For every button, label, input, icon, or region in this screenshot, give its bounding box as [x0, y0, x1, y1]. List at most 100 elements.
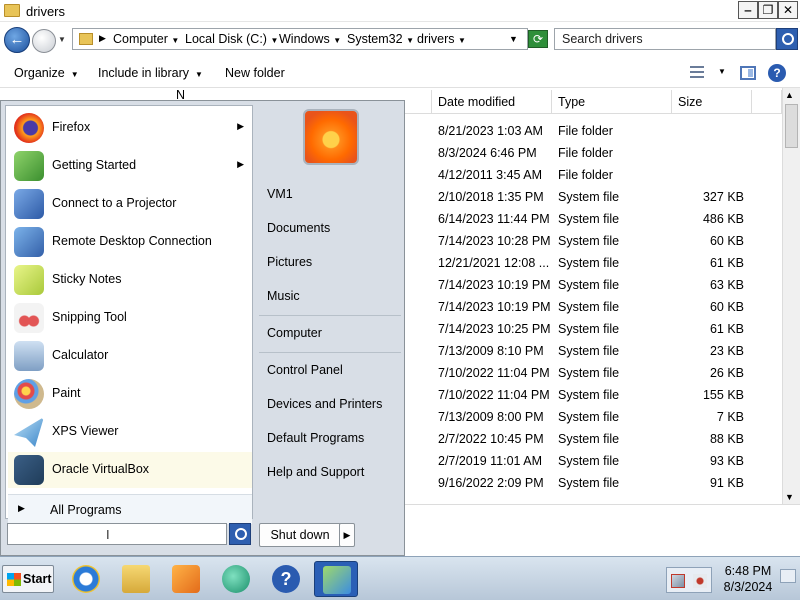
link-default-programs[interactable]: Default Programs — [267, 431, 364, 445]
program-remote-desktop[interactable]: Remote Desktop Connection — [8, 224, 252, 260]
program-paint[interactable]: Paint — [8, 376, 252, 412]
minimize-button[interactable]: ‒ — [738, 1, 758, 19]
link-computer[interactable]: Computer — [267, 326, 322, 340]
help-icon[interactable]: ? — [768, 64, 786, 82]
link-control-panel[interactable]: Control Panel — [267, 363, 343, 377]
table-row[interactable]: 9/16/2022 2:09 PM System file 91 KB — [430, 472, 782, 494]
back-button[interactable]: ← — [4, 27, 30, 53]
link-documents[interactable]: Documents — [267, 221, 330, 235]
program-snipping-tool[interactable]: Snipping Tool — [8, 300, 252, 336]
column-date-modified[interactable]: Date modified — [432, 90, 552, 114]
taskbar-help[interactable]: ? — [264, 561, 308, 597]
details-pane — [404, 504, 800, 556]
show-desktop-button[interactable] — [780, 569, 796, 583]
view-options-icon[interactable] — [690, 66, 704, 78]
column-extra[interactable] — [752, 90, 782, 114]
taskbar-internet-explorer[interactable] — [64, 561, 108, 597]
program-xps-viewer[interactable]: XPS Viewer — [8, 414, 252, 450]
preview-pane-icon[interactable] — [740, 66, 756, 80]
folder-icon — [79, 33, 93, 45]
taskbar-media-player[interactable] — [164, 561, 208, 597]
recent-pages-dropdown[interactable]: ▼ — [58, 35, 66, 44]
search-input[interactable]: Search drivers — [554, 28, 776, 50]
file-list-scrollbar[interactable]: ▲ ▼ — [782, 88, 800, 504]
folder-icon — [4, 4, 20, 17]
crumb-drivers[interactable]: drivers ▼ — [417, 32, 466, 46]
shutdown-button[interactable]: Shut down — [259, 523, 341, 547]
scroll-thumb[interactable] — [785, 104, 798, 148]
table-row[interactable]: 7/10/2022 11:04 PM System file 155 KB — [430, 384, 782, 406]
windows-logo-icon — [7, 573, 21, 586]
program-calculator[interactable]: Calculator — [8, 338, 252, 374]
close-button[interactable]: ✕ — [778, 1, 798, 19]
command-bar: Organize ▼ Include in library ▼ New folder… — [0, 58, 800, 88]
start-button[interactable]: Start — [2, 565, 54, 593]
system-clock[interactable]: 6:48 PM 8/3/2024 — [716, 563, 780, 595]
new-folder-button[interactable]: New folder — [225, 66, 285, 80]
table-row[interactable]: 7/14/2023 10:28 PM System file 60 KB — [430, 230, 782, 252]
menu-divider — [259, 315, 401, 316]
help-icon: ? — [272, 565, 300, 593]
taskbar-active-app[interactable] — [314, 561, 358, 597]
table-row[interactable]: 2/7/2019 11:01 AM System file 93 KB — [430, 450, 782, 472]
column-type[interactable]: Type — [552, 90, 672, 114]
link-devices-printers[interactable]: Devices and Printers — [267, 397, 382, 411]
table-row[interactable]: 7/13/2009 8:00 PM System file 7 KB — [430, 406, 782, 428]
active-app-icon — [323, 566, 351, 594]
notification-area[interactable] — [666, 567, 712, 593]
link-user-folder[interactable]: VM1 — [267, 187, 293, 201]
internet-explorer-icon — [72, 565, 100, 593]
crumb-local-disk[interactable]: Local Disk (C:) ▼ — [185, 32, 278, 46]
taskbar-app-globe[interactable] — [214, 561, 258, 597]
start-search-input[interactable]: I — [7, 523, 227, 545]
include-in-library-button[interactable]: Include in library ▼ — [98, 66, 203, 80]
volume-muted-icon[interactable] — [693, 574, 707, 588]
taskbar: Start ? 6:48 PM 8/3/2024 — [0, 556, 800, 600]
scroll-down-icon[interactable]: ▼ — [785, 492, 794, 502]
table-row[interactable]: 7/14/2023 10:19 PM System file 63 KB — [430, 274, 782, 296]
breadcrumb-separator-icon[interactable]: ▶ — [99, 33, 106, 44]
search-icon[interactable] — [776, 28, 798, 50]
taskbar-file-explorer[interactable] — [114, 561, 158, 597]
link-music[interactable]: Music — [267, 289, 300, 303]
sticky-notes-icon — [14, 265, 44, 295]
table-row[interactable]: 8/3/2024 6:46 PM File folder — [430, 142, 782, 164]
program-firefox[interactable]: Firefox ▶ — [8, 110, 252, 146]
program-sticky-notes[interactable]: Sticky Notes — [8, 262, 252, 298]
table-row[interactable]: 12/21/2021 12:08 ... System file 61 KB — [430, 252, 782, 274]
refresh-button[interactable]: ⟳ — [528, 30, 548, 48]
crumb-computer[interactable]: Computer ▼ — [113, 32, 179, 46]
link-help-support[interactable]: Help and Support — [267, 465, 364, 479]
table-row[interactable]: 4/12/2011 3:45 AM File folder — [430, 164, 782, 186]
column-size[interactable]: Size — [672, 90, 752, 114]
maximize-button[interactable]: ❐ — [758, 1, 778, 19]
all-programs-button[interactable]: ▶ All Programs — [8, 494, 252, 524]
crumb-windows[interactable]: Windows ▼ — [279, 32, 341, 46]
start-menu-programs: Firefox ▶ Getting Started ▶ Connect to a… — [5, 105, 253, 524]
view-options-dropdown[interactable]: ▼ — [718, 67, 726, 76]
table-row[interactable]: 7/10/2022 11:04 PM System file 26 KB — [430, 362, 782, 384]
table-row[interactable]: 7/14/2023 10:25 PM System file 61 KB — [430, 318, 782, 340]
table-row[interactable]: 7/13/2009 8:10 PM System file 23 KB — [430, 340, 782, 362]
table-row[interactable]: 2/7/2022 10:45 PM System file 88 KB — [430, 428, 782, 450]
table-row[interactable]: 7/14/2023 10:19 PM System file 60 KB — [430, 296, 782, 318]
table-row[interactable]: 8/21/2023 1:03 AM File folder — [430, 120, 782, 142]
program-getting-started[interactable]: Getting Started ▶ — [8, 148, 252, 184]
table-row[interactable]: 6/14/2023 11:44 PM System file 486 KB — [430, 208, 782, 230]
organize-button[interactable]: Organize ▼ — [14, 66, 79, 80]
user-avatar[interactable] — [303, 109, 359, 165]
calculator-icon — [14, 341, 44, 371]
table-row[interactable]: 2/10/2018 1:35 PM System file 327 KB — [430, 186, 782, 208]
search-icon[interactable] — [229, 523, 251, 545]
link-pictures[interactable]: Pictures — [267, 255, 312, 269]
shutdown-options-icon[interactable]: ▶ — [339, 523, 355, 547]
forward-button[interactable] — [32, 29, 56, 53]
network-icon[interactable] — [671, 574, 685, 588]
program-connect-projector[interactable]: Connect to a Projector — [8, 186, 252, 222]
program-oracle-virtualbox[interactable]: Oracle VirtualBox — [8, 452, 252, 488]
address-history-dropdown[interactable]: ▼ — [509, 34, 518, 44]
xps-viewer-icon — [14, 417, 44, 447]
crumb-system32[interactable]: System32 ▼ — [347, 32, 414, 46]
breadcrumb[interactable]: ▶ Computer ▼ Local Disk (C:) ▼ Windows ▼… — [72, 28, 528, 50]
scroll-up-icon[interactable]: ▲ — [785, 90, 794, 100]
